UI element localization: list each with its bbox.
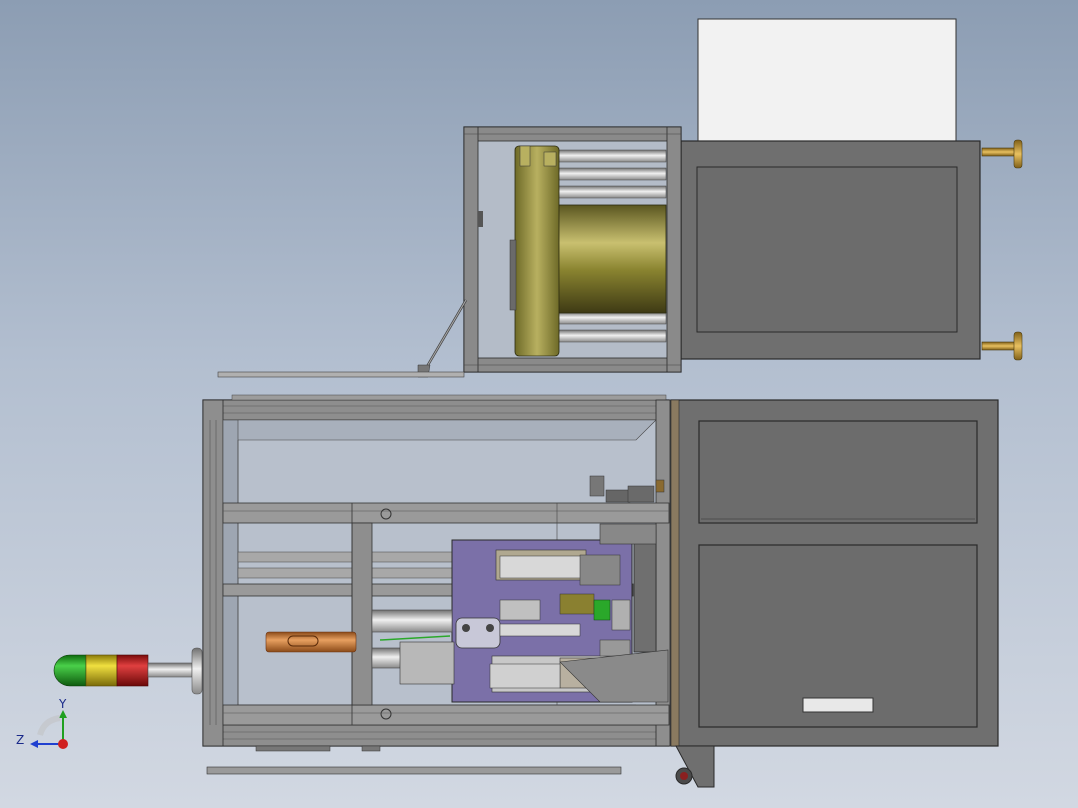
air-cylinder [371,609,453,633]
guide-rod [555,167,667,181]
drum-flange [514,145,560,357]
copper-rod [265,631,357,653]
axis-y-label: Y [58,697,67,711]
axis-z-label: Z [16,733,24,747]
leveling-foot-icon [981,331,1023,361]
upper-cabinet-panel [696,166,958,333]
guide-rod [555,329,667,343]
lower-unit [202,394,999,788]
lower-base-rail [206,766,622,775]
drawer-handle[interactable] [802,697,874,713]
leveling-foot-icon [981,139,1023,169]
drawer-upper[interactable] [698,420,978,524]
caster-wheel [675,745,715,788]
upper-unit [217,18,1023,378]
guide-rod [555,149,667,163]
top-cover-box [697,18,957,144]
upper-base-rail [217,371,465,378]
cross-beam [222,704,670,726]
guide-rod [555,185,667,199]
coordinate-triad-icon: Y Z [16,697,68,749]
cross-beam [222,502,670,524]
drum-body [557,204,667,314]
signal-tower-icon [53,647,203,695]
guide-rod [555,311,667,325]
cad-viewport[interactable]: Y Z [0,0,1078,808]
